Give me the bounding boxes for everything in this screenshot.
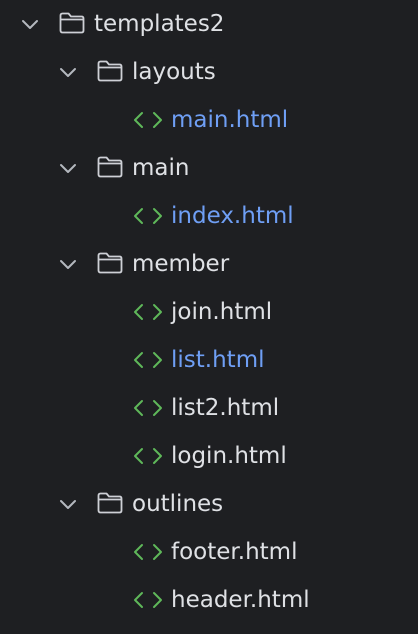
chevron-right-icon[interactable] — [60, 626, 78, 634]
folder-icon — [58, 11, 86, 35]
tree-row-label: templates2 — [94, 11, 225, 37]
tree-row-label: outlines — [132, 491, 224, 517]
folder-icon — [96, 491, 124, 515]
html-file-icon — [133, 444, 163, 468]
tree-row-file[interactable]: main.html — [0, 96, 418, 144]
chevron-down-icon[interactable] — [57, 253, 79, 275]
folder-icon — [96, 59, 124, 83]
chevron-down-icon[interactable] — [57, 493, 79, 515]
tree-row-templates2[interactable]: templates2 — [0, 0, 418, 48]
tree-row-file[interactable]: index.html — [0, 192, 418, 240]
tree-row-file[interactable]: login.html — [0, 432, 418, 480]
tree-row-label: list2.html — [171, 395, 280, 421]
tree-row-label: main.html — [171, 107, 289, 133]
tree-row-label: index.html — [171, 203, 294, 229]
tree-row-label: layouts — [132, 59, 216, 85]
tree-row-file[interactable]: join.html — [0, 288, 418, 336]
html-file-icon — [133, 108, 163, 132]
tree-row-label: main — [132, 155, 190, 181]
tree-row-file[interactable]: header.html — [0, 576, 418, 624]
html-file-icon — [133, 540, 163, 564]
tree-row-main[interactable]: main — [0, 144, 418, 192]
tree-row-label: header.html — [171, 587, 310, 613]
tree-row-file[interactable]: footer.html — [0, 528, 418, 576]
folder-icon — [96, 155, 124, 179]
tree-row-label: list.html — [171, 347, 265, 373]
html-file-icon — [133, 300, 163, 324]
tree-row-outlines[interactable]: outlines — [0, 480, 418, 528]
chevron-down-icon[interactable] — [57, 157, 79, 179]
html-file-icon — [133, 348, 163, 372]
html-file-icon — [133, 204, 163, 228]
html-file-icon — [133, 588, 163, 612]
tree-row-label: join.html — [171, 299, 273, 325]
tree-row-file[interactable]: list2.html — [0, 384, 418, 432]
folder-icon — [96, 251, 124, 275]
chevron-down-icon[interactable] — [57, 61, 79, 83]
tree-row-layouts[interactable]: layouts — [0, 48, 418, 96]
tree-row-member[interactable]: member — [0, 240, 418, 288]
tree-row-label: footer.html — [171, 539, 298, 565]
chevron-down-icon[interactable] — [19, 13, 41, 35]
tree-row-file[interactable]: list.html — [0, 336, 418, 384]
tree-row-label: member — [132, 251, 230, 277]
project-tree: templates2 layouts main.html main index.… — [0, 0, 418, 634]
tree-row-label: login.html — [171, 443, 287, 469]
html-file-icon — [133, 396, 163, 420]
